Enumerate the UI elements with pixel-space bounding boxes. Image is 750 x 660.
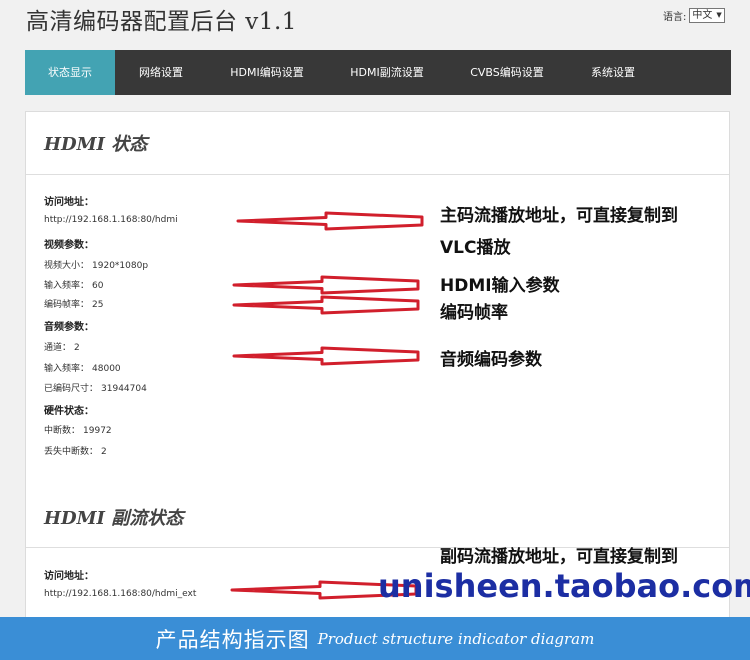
encoded-size-value: 31944704 [101, 384, 147, 394]
language-selector: 语言: 中文 ▼ [663, 8, 725, 23]
arrow-encode-fps [232, 295, 420, 315]
annotation-hdmi-input: HDMI输入参数 [440, 276, 560, 296]
footer-title-en: Product structure indicator diagram [317, 629, 595, 648]
encoded-size-row: 已编码尺寸： 31944704 [44, 381, 147, 394]
interrupts-label: 中断数： [44, 426, 81, 436]
tab-status[interactable]: 状态显示 [25, 50, 115, 95]
arrow-audio [232, 346, 420, 366]
video-params-heading: 视频参数： [44, 240, 94, 251]
watermark: unisheen.taobao.com [378, 567, 750, 605]
divider [26, 174, 729, 175]
footer-banner: 产品结构指示图 Product structure indicator diag… [0, 617, 750, 660]
hdmi-status-title: HDMI 状态 [44, 134, 148, 155]
channel-value: 2 [74, 343, 80, 353]
interrupts-row: 中断数： 19972 [44, 423, 112, 436]
lost-interrupts-value: 2 [101, 447, 107, 457]
video-size-value: 1920*1080p [92, 261, 149, 271]
footer-title-zh: 产品结构指示图 [155, 627, 310, 652]
hardware-status-heading: 硬件状态： [44, 406, 94, 417]
input-rate-label: 输入频率： [44, 281, 90, 291]
chevron-down-icon: ▼ [716, 11, 722, 19]
tab-hdmi-encode[interactable]: HDMI编码设置 [207, 50, 327, 95]
tab-cvbs-encode[interactable]: CVBS编码设置 [447, 50, 567, 95]
arrow-hdmi-input [232, 275, 420, 295]
video-size-row: 视频大小： 1920*1080p [44, 258, 148, 271]
video-size-label: 视频大小： [44, 261, 90, 271]
access-address-heading: 访问地址： [44, 197, 94, 208]
hdmi-stream-url: http://192.168.1.168:80/hdmi [44, 215, 178, 225]
channel-row: 通道： 2 [44, 340, 80, 353]
input-rate-value: 60 [92, 281, 104, 291]
hdmi-substream-url: http://192.168.1.168:80/hdmi_ext [44, 589, 197, 599]
interrupts-value: 19972 [83, 426, 112, 436]
language-value: 中文 [692, 10, 713, 21]
hdmi-substream-title: HDMI 副流状态 [44, 508, 184, 529]
tab-network[interactable]: 网络设置 [115, 50, 207, 95]
audio-rate-label: 输入频率： [44, 364, 90, 374]
audio-params-heading: 音频参数： [44, 322, 94, 333]
annotation-encode-fps: 编码帧率 [440, 303, 508, 323]
annotation-main-stream-line2: VLC播放 [440, 238, 511, 258]
sub-access-address-heading: 访问地址： [44, 571, 94, 582]
language-label: 语言: [663, 12, 687, 23]
language-select[interactable]: 中文 ▼ [689, 8, 725, 23]
input-rate-row: 输入频率： 60 [44, 278, 103, 291]
tab-system[interactable]: 系统设置 [567, 50, 659, 95]
annotation-audio-encode: 音频编码参数 [440, 350, 542, 370]
app-title: 高清编码器配置后台 v1.1 [26, 9, 297, 35]
encode-fps-value: 25 [92, 300, 104, 310]
lost-interrupts-row: 丢失中断数： 2 [44, 444, 107, 457]
channel-label: 通道： [44, 343, 72, 353]
encode-fps-row: 编码帧率： 25 [44, 297, 103, 310]
audio-rate-value: 48000 [92, 364, 121, 374]
lost-interrupts-label: 丢失中断数： [44, 447, 99, 457]
annotation-main-stream-line1: 主码流播放地址，可直接复制到 [440, 206, 678, 226]
annotation-sub-stream: 副码流播放地址，可直接复制到 [440, 547, 678, 567]
main-nav: 状态显示 网络设置 HDMI编码设置 HDMI副流设置 CVBS编码设置 系统设… [25, 50, 731, 95]
tab-hdmi-substream[interactable]: HDMI副流设置 [327, 50, 447, 95]
arrow-main-stream [236, 211, 424, 231]
encoded-size-label: 已编码尺寸： [44, 384, 99, 394]
audio-rate-row: 输入频率： 48000 [44, 361, 121, 374]
encode-fps-label: 编码帧率： [44, 300, 90, 310]
